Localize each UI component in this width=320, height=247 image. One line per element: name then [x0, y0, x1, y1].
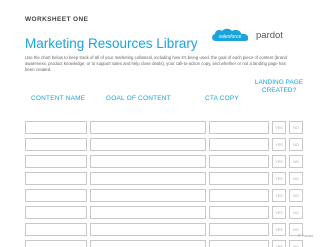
col-header-content-name: CONTENT NAME	[31, 95, 86, 102]
goal-field[interactable]	[90, 189, 206, 202]
worksheet-eyebrow: WORKSHEET ONE	[25, 16, 89, 23]
cta-copy-field[interactable]	[209, 189, 269, 202]
table-row: YES NO	[25, 206, 306, 219]
yes-checkbox[interactable]: YES	[272, 223, 286, 236]
worksheet-table: YES NO YES NO YES NO YES NO YES NO YES NO YES NO YES NO	[25, 121, 306, 247]
table-row: YES NO	[25, 172, 306, 185]
no-checkbox[interactable]: NO	[289, 155, 303, 168]
col-header-goal: GOAL OF CONTENT	[106, 95, 171, 102]
col-header-landing-page: LANDING PAGE CREATED?	[254, 79, 304, 94]
content-name-field[interactable]	[25, 138, 87, 151]
goal-field[interactable]	[90, 172, 206, 185]
yes-checkbox[interactable]: YES	[272, 121, 286, 134]
salesforce-cloud-logo: salesforce	[212, 28, 249, 41]
no-checkbox[interactable]: NO	[289, 206, 303, 219]
cta-copy-field[interactable]	[209, 138, 269, 151]
goal-field[interactable]	[90, 223, 206, 236]
cta-copy-field[interactable]	[209, 206, 269, 219]
cta-copy-field[interactable]	[209, 240, 269, 247]
table-row: YES NO	[25, 189, 306, 202]
intro-text: Use the chart below to keep track of all…	[25, 55, 287, 73]
goal-field[interactable]	[90, 138, 206, 151]
no-checkbox[interactable]: NO	[289, 189, 303, 202]
content-name-field[interactable]	[25, 121, 87, 134]
col-header-cta: CTA COPY	[205, 95, 239, 102]
goal-field[interactable]	[90, 155, 206, 168]
content-name-field[interactable]	[25, 155, 87, 168]
cta-copy-field[interactable]	[209, 121, 269, 134]
no-checkbox[interactable]: NO	[289, 240, 303, 247]
content-name-field[interactable]	[25, 240, 87, 247]
goal-field[interactable]	[90, 206, 206, 219]
table-row: YES NO	[25, 155, 306, 168]
no-checkbox[interactable]: NO	[289, 138, 303, 151]
yes-checkbox[interactable]: YES	[272, 189, 286, 202]
cta-copy-field[interactable]	[209, 172, 269, 185]
pardot-wordmark: pardot	[256, 29, 283, 41]
salesforce-pardot-logo: salesforce pardot	[210, 28, 283, 42]
page-title: Marketing Resources Library	[25, 36, 198, 51]
yes-checkbox[interactable]: YES	[272, 240, 286, 247]
content-name-field[interactable]	[25, 189, 87, 202]
content-name-field[interactable]	[25, 223, 87, 236]
goal-field[interactable]	[90, 240, 206, 247]
content-name-field[interactable]	[25, 206, 87, 219]
goal-field[interactable]	[90, 121, 206, 134]
table-row: YES NO	[25, 223, 306, 236]
table-row: YES NO	[25, 240, 306, 247]
yes-checkbox[interactable]: YES	[272, 206, 286, 219]
table-row: YES NO	[25, 138, 306, 151]
yes-checkbox[interactable]: YES	[272, 172, 286, 185]
no-checkbox[interactable]: NO	[289, 121, 303, 134]
salesforce-wordmark: salesforce	[219, 34, 242, 40]
content-name-field[interactable]	[25, 172, 87, 185]
cta-copy-field[interactable]	[209, 155, 269, 168]
no-checkbox[interactable]: NO	[289, 172, 303, 185]
yes-checkbox[interactable]: YES	[272, 155, 286, 168]
footer-copyright: © Pardot	[297, 234, 313, 238]
table-row: YES NO	[25, 121, 306, 134]
yes-checkbox[interactable]: YES	[272, 138, 286, 151]
cta-copy-field[interactable]	[209, 223, 269, 236]
